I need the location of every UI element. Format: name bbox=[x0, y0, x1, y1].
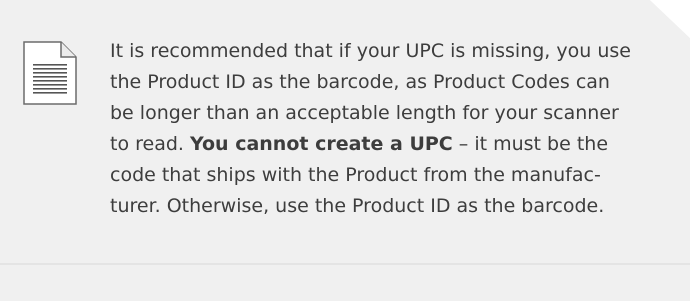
text-run: – it must be the bbox=[452, 133, 609, 155]
text-run: It is recommended that if your UPC is mi… bbox=[110, 40, 631, 62]
text-run: the Product ID as the barcode, as Produc… bbox=[110, 71, 610, 93]
note-callout: It is recommended that if your UPC is mi… bbox=[0, 0, 690, 301]
bold-warning-text: You cannot create a UPC bbox=[189, 133, 453, 155]
text-run: to read. bbox=[110, 133, 190, 155]
note-line: to read. You cannot create a UPC – it mu… bbox=[110, 129, 670, 160]
note-body-text: It is recommended that if your UPC is mi… bbox=[110, 36, 670, 222]
note-line: the Product ID as the barcode, as Produc… bbox=[110, 67, 670, 98]
footer-divider bbox=[0, 263, 690, 265]
text-run: be longer than an acceptable length for … bbox=[110, 102, 619, 124]
note-line: be longer than an acceptable length for … bbox=[110, 98, 670, 129]
document-icon bbox=[23, 41, 77, 105]
text-run: turer. Otherwise, use the Product ID as … bbox=[110, 195, 605, 217]
note-line: code that ships with the Product from th… bbox=[110, 160, 670, 191]
text-run: code that ships with the Product from th… bbox=[110, 164, 601, 186]
note-line: It is recommended that if your UPC is mi… bbox=[110, 36, 670, 67]
note-line: turer. Otherwise, use the Product ID as … bbox=[110, 191, 670, 222]
